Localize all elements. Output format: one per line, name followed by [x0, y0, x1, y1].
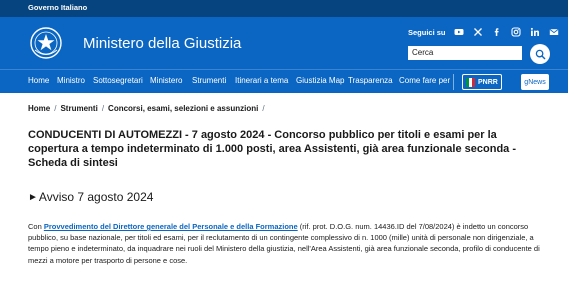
site-title[interactable]: Ministero della Giustizia — [83, 35, 241, 52]
nav-item-strumenti[interactable]: Strumenti — [192, 76, 226, 85]
pnrr-button[interactable]: PNRR — [462, 74, 502, 90]
email-icon[interactable] — [549, 27, 559, 37]
nav-item-trasparenza[interactable]: Trasparenza — [348, 76, 393, 85]
nav-item-sottosegretari[interactable]: Sottosegretari — [93, 76, 143, 85]
search-input[interactable] — [408, 46, 522, 60]
nav-divider — [453, 74, 454, 90]
gnews-label: gNews — [524, 78, 546, 86]
site-header: Ministero della Giustizia Seguici su — [0, 17, 568, 69]
intro-paragraph: Con Provvedimento del Direttore generale… — [28, 221, 548, 266]
play-arrow-icon: ► — [28, 191, 38, 203]
follow-label: Seguici su — [408, 27, 446, 37]
breadcrumb-concorsi[interactable]: Concorsi, esami, selezioni e assunzioni — [108, 104, 258, 113]
nav-item-giustizia-map[interactable]: Giustizia Map — [296, 76, 344, 85]
nav-item-come-fare[interactable]: Come fare per — [399, 76, 450, 85]
nav-item-itinerari[interactable]: Itinerari a tema — [235, 76, 288, 85]
gnews-button[interactable]: gNews — [521, 74, 549, 90]
social-links: Seguici su — [408, 25, 568, 39]
breadcrumb: Home / Strumenti / Concorsi, esami, selezion… — [28, 104, 269, 113]
search-button[interactable] — [530, 44, 550, 64]
linkedin-icon[interactable] — [530, 27, 540, 37]
breadcrumb-separator: / — [262, 104, 265, 113]
breadcrumb-separator: / — [101, 104, 105, 113]
breadcrumb-home[interactable]: Home — [28, 104, 50, 113]
search-icon — [535, 49, 545, 59]
x-icon[interactable] — [473, 27, 483, 37]
nav-item-ministero[interactable]: Ministero — [150, 76, 182, 85]
notice-heading: ► Avviso 7 agosto 2024 — [28, 190, 153, 204]
notice-title: Avviso 7 agosto 2024 — [38, 190, 154, 204]
breadcrumb-strumenti[interactable]: Strumenti — [60, 104, 97, 113]
breadcrumb-separator: / — [54, 104, 57, 113]
top-bar: Governo Italiano — [0, 0, 568, 17]
provvedimento-link[interactable]: Provvedimento del Direttore generale del… — [44, 222, 298, 231]
instagram-icon[interactable] — [510, 27, 521, 37]
facebook-icon[interactable] — [492, 27, 502, 37]
page-title: CONDUCENTI DI AUTOMEZZI - 7 agosto 2024 … — [28, 129, 517, 169]
republic-emblem-icon[interactable] — [29, 26, 63, 60]
pnrr-label: PNRR — [478, 78, 498, 86]
nav-item-ministro[interactable]: Ministro — [57, 76, 85, 85]
governo-italiano-link[interactable]: Governo Italiano — [28, 3, 87, 12]
youtube-icon[interactable] — [454, 27, 464, 37]
para-prefix: Con — [28, 222, 44, 231]
italian-flag-icon — [466, 77, 475, 87]
main-nav: Home Ministro Sottosegretari Ministero S… — [0, 69, 568, 93]
nav-item-home[interactable]: Home — [28, 76, 49, 85]
